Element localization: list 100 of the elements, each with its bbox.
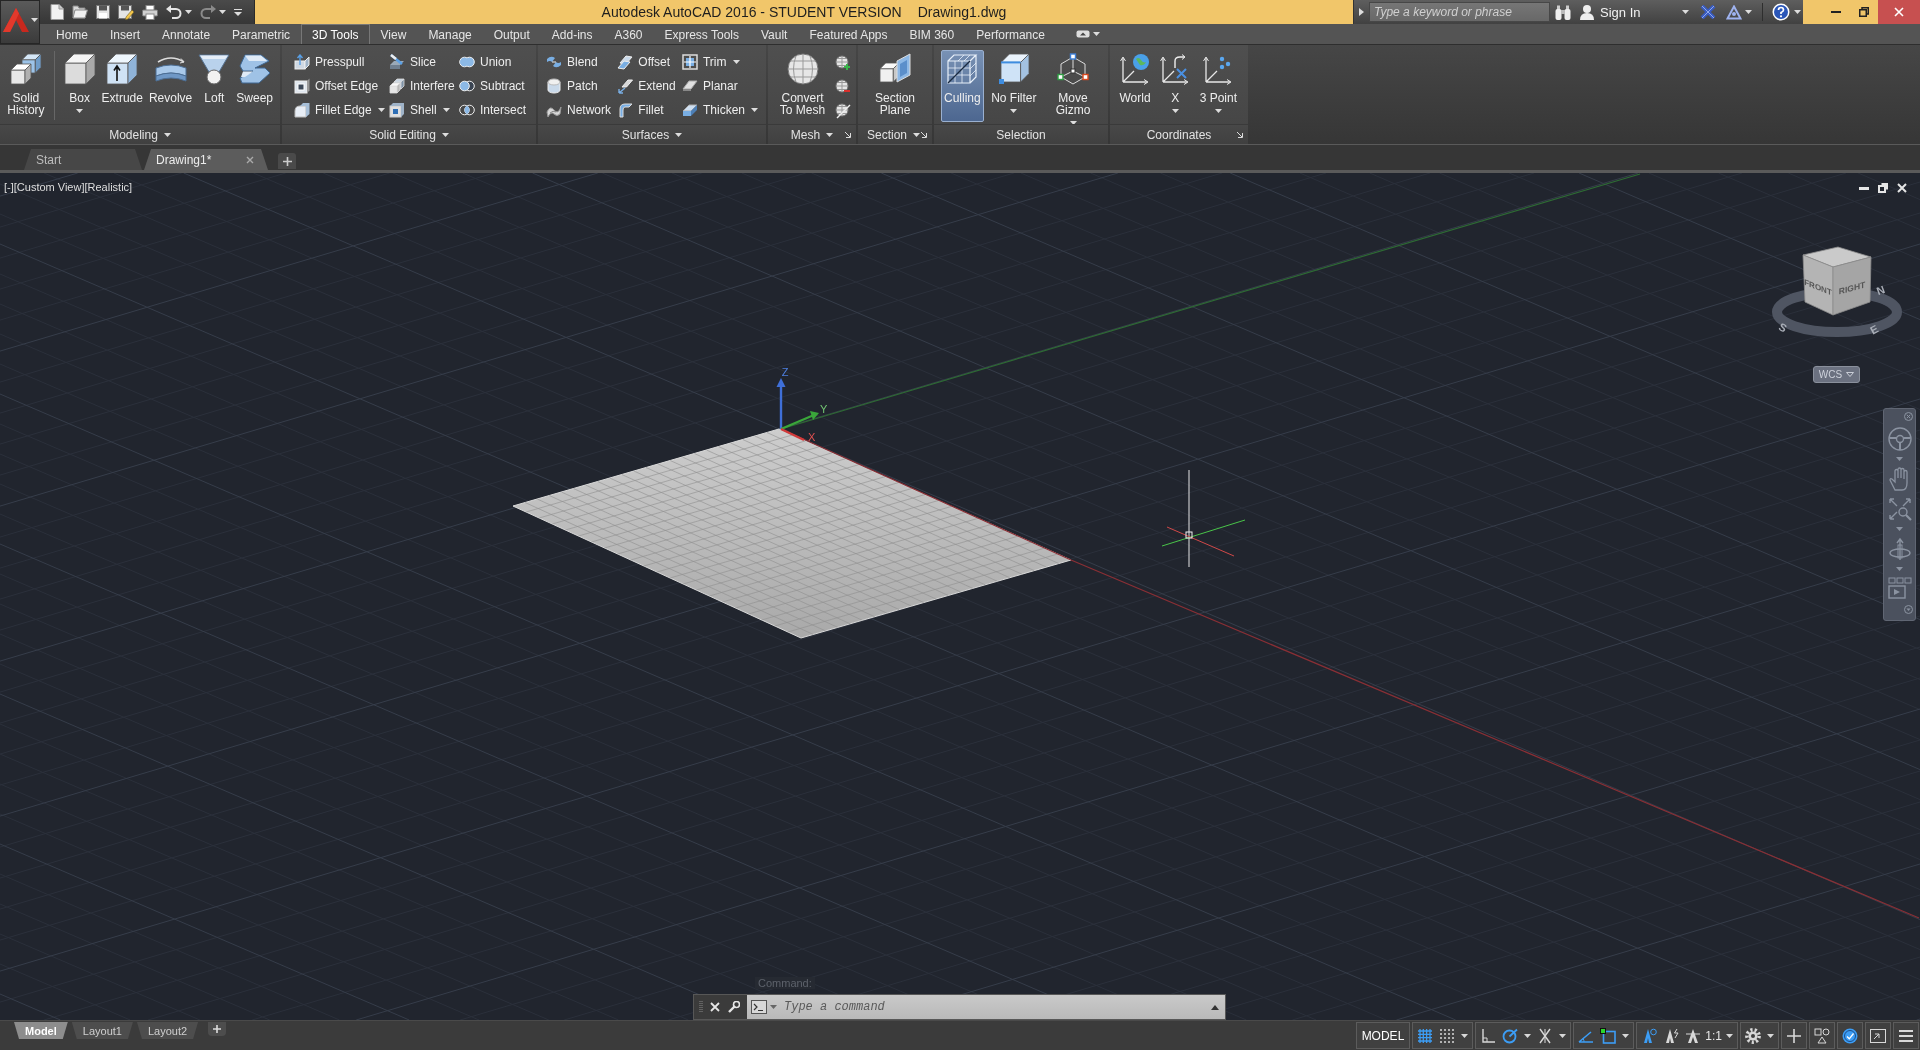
ribbon-tab[interactable]: Performance — [965, 24, 1056, 44]
ribbon-button[interactable]: Fillet Edge — [292, 98, 387, 122]
new-tab-button[interactable] — [278, 153, 296, 169]
globe-slash-icon[interactable] — [834, 103, 851, 119]
caret-icon[interactable] — [1092, 32, 1100, 36]
ribbon-button[interactable]: Move Gizmo — [1044, 50, 1102, 122]
ribbon-button[interactable]: Culling — [941, 50, 984, 122]
expand-arrow-icon[interactable] — [1359, 8, 1364, 16]
ribbon-button[interactable]: Revolve — [145, 50, 196, 122]
redo-icon[interactable] — [200, 5, 216, 19]
caret-icon[interactable] — [185, 10, 192, 14]
orbit-icon[interactable] — [1887, 537, 1912, 561]
ribbon-button[interactable]: Intersect — [456, 98, 528, 122]
grid-icon[interactable] — [1417, 1027, 1434, 1044]
wrench-icon[interactable] — [727, 1000, 740, 1014]
new-layout-button[interactable] — [208, 1022, 227, 1036]
compass-letter[interactable]: N — [1874, 283, 1887, 298]
printer-icon[interactable] — [142, 4, 158, 20]
globe-minus-icon[interactable] — [834, 79, 851, 95]
layout-tab[interactable]: Layout2 — [136, 1022, 199, 1039]
ribbon-button[interactable]: Subtract — [456, 74, 528, 98]
gear-icon[interactable] — [1745, 1027, 1761, 1044]
undo-icon[interactable] — [166, 5, 182, 19]
crossing-lines-icon[interactable] — [1537, 1027, 1554, 1044]
grip-icon[interactable] — [699, 1000, 703, 1014]
ribbon-button[interactable]: Blend — [544, 50, 613, 74]
compass-letter[interactable]: S — [1776, 320, 1789, 335]
ribbon-button[interactable]: Presspull — [292, 50, 387, 74]
ribbon-button[interactable]: Trim — [679, 50, 760, 74]
file-tab[interactable]: Drawing1* — [144, 149, 268, 170]
fullscreen-icon[interactable] — [1870, 1028, 1886, 1043]
viewport-menu-link[interactable]: [Realistic] — [84, 181, 133, 193]
customize-icon[interactable] — [234, 8, 242, 16]
figure-circle-icon[interactable] — [1641, 1027, 1658, 1044]
ribbon-button[interactable]: World — [1116, 50, 1154, 122]
ribbon-button[interactable]: Fillet — [615, 98, 678, 122]
diagonal-arrow-icon[interactable] — [920, 131, 927, 138]
hand-icon[interactable] — [1888, 467, 1911, 491]
plus-icon[interactable] — [1786, 1027, 1802, 1044]
wheel-icon[interactable] — [1887, 427, 1912, 451]
ribbon-button[interactable]: Offset Edge — [292, 74, 387, 98]
ribbon-button[interactable]: Thicken — [679, 98, 760, 122]
ribbon-tab[interactable]: Add-ins — [540, 24, 604, 44]
caret-icon[interactable] — [1794, 10, 1801, 14]
caret-icon[interactable] — [1559, 1033, 1567, 1038]
ribbon-button[interactable]: 3 Point — [1196, 50, 1240, 122]
mesh-plane[interactable] — [512, 428, 1072, 639]
search-field[interactable]: Type a keyword or phrase — [1369, 2, 1550, 22]
caret-icon[interactable] — [219, 10, 226, 14]
dial-icon[interactable] — [1502, 1027, 1519, 1044]
prompt-icon[interactable] — [751, 1000, 767, 1014]
ribbon-tab[interactable]: Vault — [750, 24, 799, 44]
ribbon-tab[interactable]: Insert — [99, 24, 152, 44]
right-angle-icon[interactable] — [1480, 1027, 1497, 1044]
ribbon-tab[interactable]: Output — [482, 24, 541, 44]
caret-icon[interactable] — [1524, 1033, 1532, 1038]
view-cube[interactable] — [1802, 246, 1872, 316]
figure-bolt-icon[interactable] — [1663, 1027, 1680, 1044]
viewport-menu-link[interactable]: [-] — [4, 181, 14, 193]
ribbon-button[interactable]: Planar — [679, 74, 760, 98]
ribbon-button[interactable]: Extrude — [98, 50, 146, 122]
layout-tab[interactable]: Layout1 — [71, 1022, 133, 1039]
ribbon-button[interactable]: Extend — [615, 74, 678, 98]
ribbon-button[interactable]: Box — [60, 50, 99, 122]
caret-icon[interactable] — [441, 132, 449, 137]
up-arrow-icon[interactable] — [1211, 1004, 1219, 1010]
zoom-icon[interactable] — [1887, 497, 1912, 521]
floppy-icon[interactable] — [96, 5, 110, 19]
caret-icon[interactable] — [913, 132, 920, 137]
caret-icon[interactable] — [826, 132, 834, 137]
ribbon-button[interactable]: Offset — [615, 50, 678, 74]
ribbon-button[interactable]: Section Plane — [866, 50, 924, 122]
snap-square-icon[interactable] — [1600, 1027, 1617, 1044]
ribbon-button[interactable]: Solid History — [4, 50, 48, 122]
ribbon-button[interactable]: Convert To Mesh — [773, 50, 832, 122]
ribbon-tab[interactable]: Home — [45, 24, 99, 44]
file-tab[interactable]: Start — [24, 149, 142, 170]
ribbon-tab[interactable]: Annotate — [151, 24, 222, 44]
panel-toggle-icon[interactable] — [1075, 30, 1090, 38]
page-icon[interactable] — [50, 4, 64, 20]
ribbon-button[interactable]: Patch — [544, 74, 613, 98]
ribbon-button[interactable]: No Filter — [988, 50, 1040, 122]
caret-icon[interactable] — [1767, 1033, 1774, 1038]
ribbon-tab[interactable]: Manage — [417, 24, 483, 44]
film-frames-icon[interactable] — [1887, 577, 1912, 599]
floppy-pencil-icon[interactable] — [118, 4, 134, 20]
restore-icon[interactable] — [1878, 183, 1888, 193]
minimize-icon[interactable] — [1859, 186, 1869, 190]
globe-plus-icon[interactable] — [834, 55, 851, 71]
diagonal-arrow-icon[interactable] — [1236, 131, 1243, 138]
shapes-icon[interactable] — [1814, 1027, 1830, 1044]
caret-icon[interactable] — [1461, 1033, 1469, 1038]
ribbon-tab[interactable]: 3D Tools — [301, 24, 370, 44]
dot-grid-icon[interactable] — [1439, 1027, 1456, 1044]
viewport-menu-link[interactable]: [Custom View] — [13, 181, 85, 193]
caret-icon[interactable] — [675, 132, 683, 137]
caret-icon[interactable] — [163, 132, 171, 137]
cross-logo-icon[interactable] — [1700, 5, 1716, 19]
command-field[interactable]: Type a command — [780, 997, 1208, 1017]
ribbon-button[interactable]: Interfere — [387, 74, 457, 98]
